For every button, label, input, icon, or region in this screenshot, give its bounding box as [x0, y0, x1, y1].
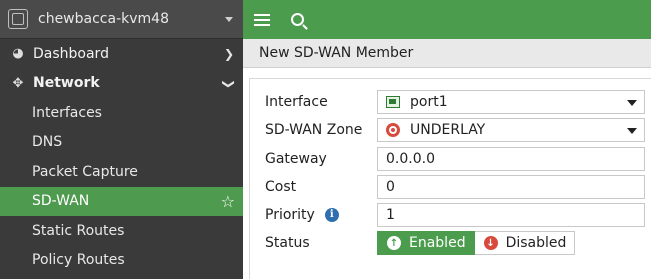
sidebar-item-dns[interactable]: DNS: [0, 128, 243, 158]
cost-row: Cost 0: [265, 175, 645, 199]
interface-value: port1: [410, 94, 448, 110]
sidebar-item-label: Packet Capture: [32, 163, 138, 180]
sidebar-item-packet-capture[interactable]: Packet Capture: [0, 157, 243, 187]
interface-select[interactable]: port1: [377, 90, 645, 114]
sidebar-item-network[interactable]: ✥ Network ❯: [0, 69, 243, 99]
priority-value: 1: [386, 207, 395, 223]
sidebar-item-label: Interfaces: [32, 104, 102, 121]
cost-label: Cost: [265, 179, 297, 195]
zone-label: SD-WAN Zone: [265, 122, 363, 138]
chevron-right-icon: ❯: [223, 47, 234, 61]
disabled-label: Disabled: [505, 235, 567, 251]
cost-value: 0: [386, 179, 395, 195]
zone-select[interactable]: UNDERLAY: [377, 118, 645, 142]
sidebar-item-sd-wan[interactable]: SD-WAN ☆: [0, 186, 243, 216]
sidebar-item-label: SD-WAN: [32, 193, 90, 210]
sidebar-item-dashboard[interactable]: ◕ Dashboard ❯: [0, 39, 243, 69]
sidebar-item-label: Policy Routes: [32, 252, 125, 269]
sidebar-item-interfaces[interactable]: Interfaces: [0, 98, 243, 128]
arrow-up-icon: ↑: [387, 236, 401, 250]
zone-icon: [386, 123, 400, 137]
status-toggle: ↑ Enabled ↓ Disabled: [377, 231, 576, 255]
sidebar-item-static-routes[interactable]: Static Routes: [0, 216, 243, 246]
top-bar: [243, 0, 651, 39]
dashboard-icon: ◕: [12, 46, 24, 62]
arrow-down-icon: ↓: [483, 236, 498, 250]
chevron-down-icon: ❯: [221, 78, 236, 89]
gateway-label: Gateway: [265, 151, 327, 167]
status-row: Status ↑ Enabled ↓ Disabled: [265, 231, 576, 255]
sidebar-item-label: Network: [33, 75, 100, 92]
status-label: Status: [265, 235, 310, 251]
caret-down-icon: [225, 16, 233, 22]
menu-icon[interactable]: [254, 13, 270, 26]
cost-input[interactable]: 0: [377, 175, 645, 199]
zone-value: UNDERLAY: [410, 122, 486, 138]
fortigate-logo-icon: [8, 9, 28, 29]
gateway-value: 0.0.0.0: [386, 151, 435, 167]
sidebar: chewbacca-kvm48 ◕ Dashboard ❯ ✥ Network …: [0, 0, 243, 279]
port-icon: [386, 96, 400, 108]
page-title-bar: New SD-WAN Member: [243, 39, 651, 68]
hostname: chewbacca-kvm48: [38, 11, 169, 27]
interface-label: Interface: [265, 94, 328, 110]
sidebar-item-policy-routes[interactable]: Policy Routes: [0, 246, 243, 276]
page-title: New SD-WAN Member: [259, 45, 414, 61]
dropdown-arrow-icon: [627, 128, 637, 134]
dropdown-arrow-icon: [627, 100, 637, 106]
gateway-row: Gateway 0.0.0.0: [265, 147, 645, 171]
priority-row: Priority i 1: [265, 203, 645, 227]
sd-wan-member-form: Interface port1 SD-WAN Zone UNDERLAY Gat…: [249, 78, 651, 279]
vdom-selector[interactable]: chewbacca-kvm48: [0, 0, 243, 39]
gateway-input[interactable]: 0.0.0.0: [377, 147, 645, 171]
enabled-button[interactable]: ↑ Enabled: [377, 231, 475, 255]
priority-input[interactable]: 1: [377, 203, 645, 227]
network-icon: ✥: [12, 75, 24, 91]
sidebar-item-label: Static Routes: [32, 222, 125, 239]
priority-label-group: Priority i: [265, 207, 377, 223]
interface-row: Interface port1: [265, 90, 645, 114]
priority-label: Priority: [265, 207, 315, 223]
disabled-button[interactable]: ↓ Disabled: [474, 231, 576, 255]
sidebar-item-label: DNS: [32, 134, 63, 151]
star-icon[interactable]: ☆: [221, 192, 235, 211]
enabled-label: Enabled: [409, 235, 466, 251]
zone-row: SD-WAN Zone UNDERLAY: [265, 118, 645, 142]
info-icon[interactable]: i: [324, 208, 339, 222]
sidebar-item-label: Dashboard: [33, 45, 109, 62]
search-icon[interactable]: [291, 13, 304, 26]
